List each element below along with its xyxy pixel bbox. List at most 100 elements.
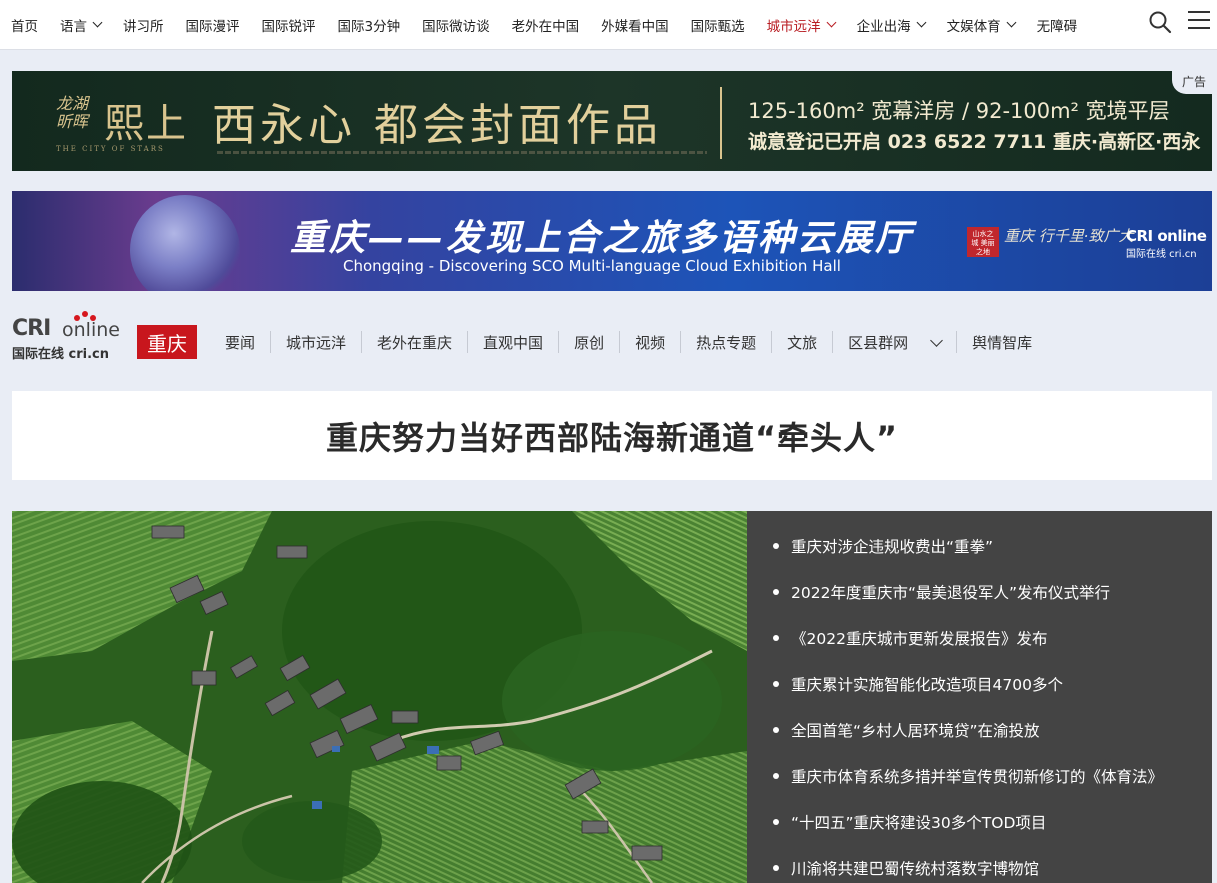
top-nav-item-label: 文娱体育 [946, 18, 1001, 35]
channel-nav-item[interactable]: 舆情智库 [957, 331, 1047, 353]
top-nav-item-label: 讲习所 [123, 18, 164, 35]
top-nav-item[interactable]: 无障碍 [1037, 15, 1078, 35]
cri-logo-text: CRI online [1126, 227, 1207, 245]
top-nav-items: 首页 语言 讲习所 国际漫评 国际锐评 国际3分钟 国际微访谈 老外在中国 外媒看中国 国际甄选 城… [0, 0, 1099, 49]
globe-graphic [130, 195, 240, 291]
banner-title: 重庆——发现上合之旅多语种云展厅 [290, 218, 915, 259]
top-nav-item[interactable]: 外媒看中国 [601, 15, 669, 35]
channel-nav-label: 文旅 [787, 333, 818, 352]
cri-online-site-logo[interactable]: CRI online 国际在线 cri.cn [12, 311, 132, 362]
top-nav-item[interactable]: 首页 [11, 15, 38, 35]
top-nav-item-label: 城市远洋 [766, 18, 821, 35]
news-title: 重庆对涉企违规收费出“重拳” [791, 538, 994, 556]
news-list-item[interactable]: 重庆累计实施智能化改造项目4700多个 [747, 661, 1212, 707]
news-title: 《2022重庆城市更新发展报告》发布 [791, 630, 1048, 648]
news-list-item[interactable]: 《2022重庆城市更新发展报告》发布 [747, 615, 1212, 661]
ad-headline: 西永心 都会封面作品 [212, 100, 662, 151]
bullet-icon [773, 543, 779, 549]
top-navigation-bar: 首页 语言 讲习所 国际漫评 国际锐评 国际3分钟 国际微访谈 老外在中国 外媒看中国 国际甄选 城… [0, 0, 1217, 50]
top-nav-item-label: 无障碍 [1036, 18, 1078, 35]
channel-nav-label: 老外在重庆 [377, 333, 453, 352]
chevron-down-icon [916, 17, 927, 28]
related-news-list: 重庆对涉企违规收费出“重拳” 2022年度重庆市“最美退役军人”发布仪式举行 《20… [747, 511, 1212, 883]
channel-nav-item[interactable]: 老外在重庆 [362, 331, 469, 353]
news-list-item[interactable]: 川渝将共建巴蜀传统村落数字博物馆 [747, 845, 1212, 883]
news-list-item[interactable]: 全国首笔“乡村人居环境贷”在渝投放 [747, 707, 1212, 753]
bullet-icon [773, 819, 779, 825]
channel-nav-label: 原创 [574, 333, 605, 352]
sco-exhibition-banner[interactable]: 重庆——发现上合之旅多语种云展厅 Chongqing - Discovering… [12, 191, 1212, 291]
top-nav-item[interactable]: 国际甄选 [691, 15, 745, 35]
ad-fine-print [217, 151, 707, 154]
aerial-village-illustration [12, 511, 747, 883]
top-nav-item[interactable]: 国际微访谈 [422, 15, 490, 35]
hamburger-menu-icon[interactable] [1188, 11, 1210, 31]
article-headline-box: 重庆努力当好西部陆海新通道“牵头人” [12, 391, 1212, 480]
channel-nav-item[interactable]: 直观中国 [468, 331, 560, 353]
logo-sub: 国际在线 cri.cn [12, 347, 109, 362]
channel-nav-label: 视频 [635, 333, 666, 352]
channel-navigation: 要闻 城市远洋 老外在重庆 直观中国 原创 视频 热点专题 文旅 区县群网 舆情智库 [210, 327, 1047, 357]
news-title: 2022年度重庆市“最美退役军人”发布仪式举行 [791, 584, 1111, 602]
news-title: 川渝将共建巴蜀传统村落数字博物馆 [791, 860, 1040, 878]
bullet-icon [773, 681, 779, 687]
channel-nav-item[interactable]: 城市远洋 [271, 331, 363, 353]
top-nav-item-label: 国际甄选 [690, 18, 745, 35]
channel-nav-label: 舆情智库 [972, 333, 1033, 352]
channel-nav-item[interactable]: 区县群网 [833, 331, 958, 353]
top-nav-item[interactable]: 语言 [60, 15, 103, 35]
top-nav-item-label: 外媒看中国 [601, 18, 669, 35]
bullet-icon [773, 589, 779, 595]
chevron-down-icon[interactable] [930, 333, 944, 347]
featured-photo-aerial-village[interactable] [12, 511, 747, 883]
top-nav-item[interactable]: 企业出海 [856, 15, 927, 35]
news-title: “十四五”重庆将建设30多个TOD项目 [791, 814, 1047, 832]
channel-badge-chongqing[interactable]: 重庆 [137, 325, 197, 359]
top-nav-item-label: 国际微访谈 [422, 18, 490, 35]
bullet-icon [773, 727, 779, 733]
top-nav-item-label: 企业出海 [856, 18, 911, 35]
top-nav-item-label: 国际漫评 [185, 18, 240, 35]
ad-info-line2: 诚意登记已开启 023 6522 7711 重庆·高新区·西永 [748, 131, 1201, 153]
logo-cri: CRI [12, 316, 51, 341]
top-nav-item[interactable]: 国际漫评 [186, 15, 240, 35]
ad-info-line1: 125-160m² 宽幕洋房 / 92-100m² 宽境平层 [748, 99, 1170, 123]
top-nav-item[interactable]: 国际锐评 [262, 15, 316, 35]
news-list-item[interactable]: 重庆市体育系统多措并举宣传贯彻新修订的《体育法》 [747, 753, 1212, 799]
bullet-icon [773, 635, 779, 641]
top-nav-item[interactable]: 城市远洋 [766, 15, 837, 35]
news-list-item[interactable]: 重庆对涉企违规收费出“重拳” [747, 523, 1212, 569]
news-title: 重庆累计实施智能化改造项目4700多个 [791, 676, 1063, 694]
channel-nav-label: 直观中国 [483, 333, 544, 352]
top-nav-item[interactable]: 文娱体育 [946, 15, 1017, 35]
top-nav-item-label: 国际锐评 [261, 18, 316, 35]
channel-nav-label: 热点专题 [696, 333, 757, 352]
cri-logo-sub: 国际在线 cri.cn [1126, 249, 1197, 260]
channel-nav-item[interactable]: 视频 [620, 331, 682, 353]
channel-nav-item[interactable]: 原创 [559, 331, 621, 353]
news-list-item[interactable]: “十四五”重庆将建设30多个TOD项目 [747, 799, 1212, 845]
ad-brand-big: 熙上 [104, 101, 188, 147]
bullet-icon [773, 865, 779, 871]
channel-nav-label: 城市远洋 [286, 333, 347, 352]
top-nav-item-label: 国际3分钟 [337, 18, 401, 35]
ad-label-badge: 广告 [1171, 71, 1212, 94]
search-icon[interactable] [1148, 10, 1172, 34]
ad-brand-small: 龙湖 昕晖 [56, 94, 89, 131]
chongqing-stamp-logo: 山水之城 美丽之地 [967, 227, 999, 257]
chevron-down-icon [1006, 17, 1017, 28]
article-headline[interactable]: 重庆努力当好西部陆海新通道“牵头人” [326, 413, 898, 459]
news-title: 重庆市体育系统多措并举宣传贯彻新修订的《体育法》 [791, 768, 1164, 786]
top-nav-item-label: 首页 [11, 18, 38, 35]
channel-nav-item[interactable]: 要闻 [210, 331, 272, 353]
channel-nav-item[interactable]: 文旅 [772, 331, 834, 353]
real-estate-ad-banner[interactable]: 龙湖 昕晖 熙上 THE CITY OF STARS 西永心 都会封面作品 12… [12, 71, 1212, 171]
top-nav-item[interactable]: 讲习所 [123, 15, 164, 35]
top-nav-item[interactable]: 老外在中国 [512, 15, 580, 35]
chevron-down-icon [92, 17, 103, 28]
top-nav-item[interactable]: 国际3分钟 [338, 15, 401, 35]
channel-nav-item[interactable]: 热点专题 [681, 331, 773, 353]
cri-online-logo: CRI online 国际在线 cri.cn [1126, 227, 1207, 260]
channel-nav-label: 要闻 [225, 333, 256, 352]
news-list-item[interactable]: 2022年度重庆市“最美退役军人”发布仪式举行 [747, 569, 1212, 615]
